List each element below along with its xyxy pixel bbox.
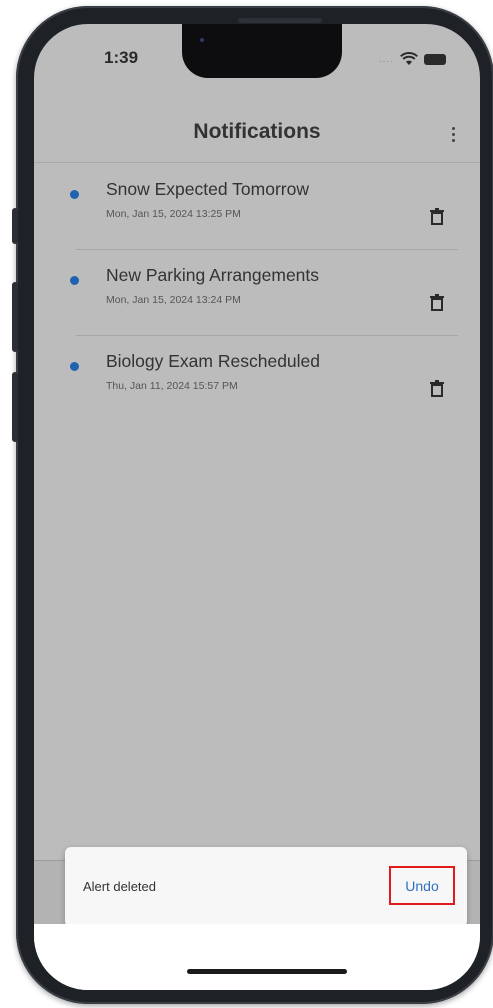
status-icons: ....: [379, 52, 446, 66]
app-header: Notifications: [34, 104, 480, 163]
snackbar-message: Alert deleted: [83, 879, 156, 894]
notification-item[interactable]: Biology Exam Rescheduled Thu, Jan 11, 20…: [34, 335, 480, 421]
notification-title: Snow Expected Tomorrow: [106, 179, 309, 199]
wifi-icon: [400, 52, 418, 65]
home-indicator[interactable]: [187, 969, 347, 974]
page-title: Notifications: [193, 120, 321, 143]
phone-screen: 1:39 .... Notifications Snow Expected To…: [34, 24, 480, 990]
home-area: [34, 924, 480, 990]
notification-item[interactable]: New Parking Arrangements Mon, Jan 15, 20…: [34, 249, 480, 335]
notch: [182, 24, 342, 78]
battery-icon: [424, 53, 446, 65]
notification-item[interactable]: Snow Expected Tomorrow Mon, Jan 15, 2024…: [34, 163, 480, 249]
unread-dot-icon: [70, 362, 79, 371]
unread-dot-icon: [70, 276, 79, 285]
more-vert-icon[interactable]: [448, 124, 458, 146]
status-time: 1:39: [104, 48, 139, 67]
snackbar: Alert deleted Undo: [65, 847, 467, 927]
notification-list: Snow Expected Tomorrow Mon, Jan 15, 2024…: [34, 163, 480, 421]
camera-dot: [200, 38, 204, 42]
notification-date: Mon, Jan 15, 2024 13:25 PM: [106, 208, 241, 220]
notification-title: Biology Exam Rescheduled: [106, 351, 321, 371]
trash-icon[interactable]: [430, 294, 444, 311]
mute-switch: [12, 208, 18, 244]
notification-date: Thu, Jan 11, 2024 15:57 PM: [106, 380, 238, 392]
volume-up-button: [12, 282, 18, 352]
notification-title: New Parking Arrangements: [106, 265, 320, 285]
trash-icon[interactable]: [430, 208, 444, 225]
speaker-grille: [238, 18, 322, 23]
trash-icon[interactable]: [430, 380, 444, 397]
volume-down-button: [12, 372, 18, 442]
undo-button[interactable]: Undo: [389, 866, 455, 905]
signal-indicator: ....: [378, 53, 394, 65]
unread-dot-icon: [70, 190, 79, 199]
notification-date: Mon, Jan 15, 2024 13:24 PM: [106, 294, 241, 306]
